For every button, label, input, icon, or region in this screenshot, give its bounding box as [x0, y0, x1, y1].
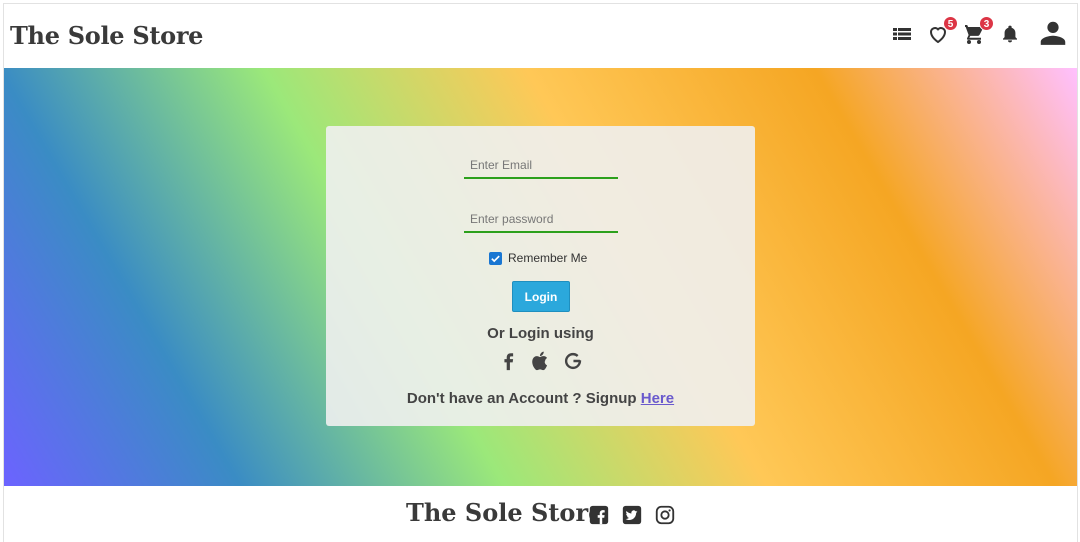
instagram-icon[interactable] — [654, 504, 676, 526]
login-button[interactable]: Login — [512, 281, 570, 312]
signup-link[interactable]: Here — [641, 390, 674, 407]
twitter-square-icon[interactable] — [621, 504, 643, 526]
wishlist-button[interactable]: 5 — [926, 16, 958, 46]
list-icon[interactable] — [890, 22, 914, 46]
remember-me-label: Remember Me — [508, 251, 588, 265]
or-login-text: Or Login using — [487, 325, 594, 342]
bell-icon[interactable] — [1000, 22, 1020, 46]
footer: The Sole Store — [4, 486, 1077, 542]
hero-banner: Remember Me Login Or Login using Don't h… — [4, 68, 1077, 486]
brand-title[interactable]: The Sole Store — [10, 21, 203, 50]
cart-button[interactable]: 3 — [962, 16, 994, 46]
footer-brand: The Sole Store — [406, 498, 604, 527]
remember-me-checkbox[interactable] — [489, 251, 502, 265]
apple-icon[interactable] — [530, 349, 552, 373]
social-login-row — [498, 348, 584, 374]
password-field[interactable] — [464, 207, 618, 233]
login-card: Remember Me Login Or Login using Don't h… — [326, 126, 755, 426]
facebook-icon[interactable] — [498, 349, 520, 373]
email-field[interactable] — [464, 153, 618, 179]
remember-me[interactable]: Remember Me — [489, 251, 587, 265]
cart-count-badge: 3 — [979, 16, 994, 31]
navbar: The Sole Store 5 3 — [4, 4, 1077, 68]
signup-prompt: Don't have an Account ? Signup Here — [326, 390, 755, 407]
facebook-square-icon[interactable] — [588, 504, 610, 526]
check-icon — [491, 255, 500, 262]
wishlist-count-badge: 5 — [943, 16, 958, 31]
user-icon[interactable] — [1038, 18, 1068, 48]
google-icon[interactable] — [562, 349, 584, 373]
signup-text: Don't have an Account ? Signup — [406, 390, 637, 407]
